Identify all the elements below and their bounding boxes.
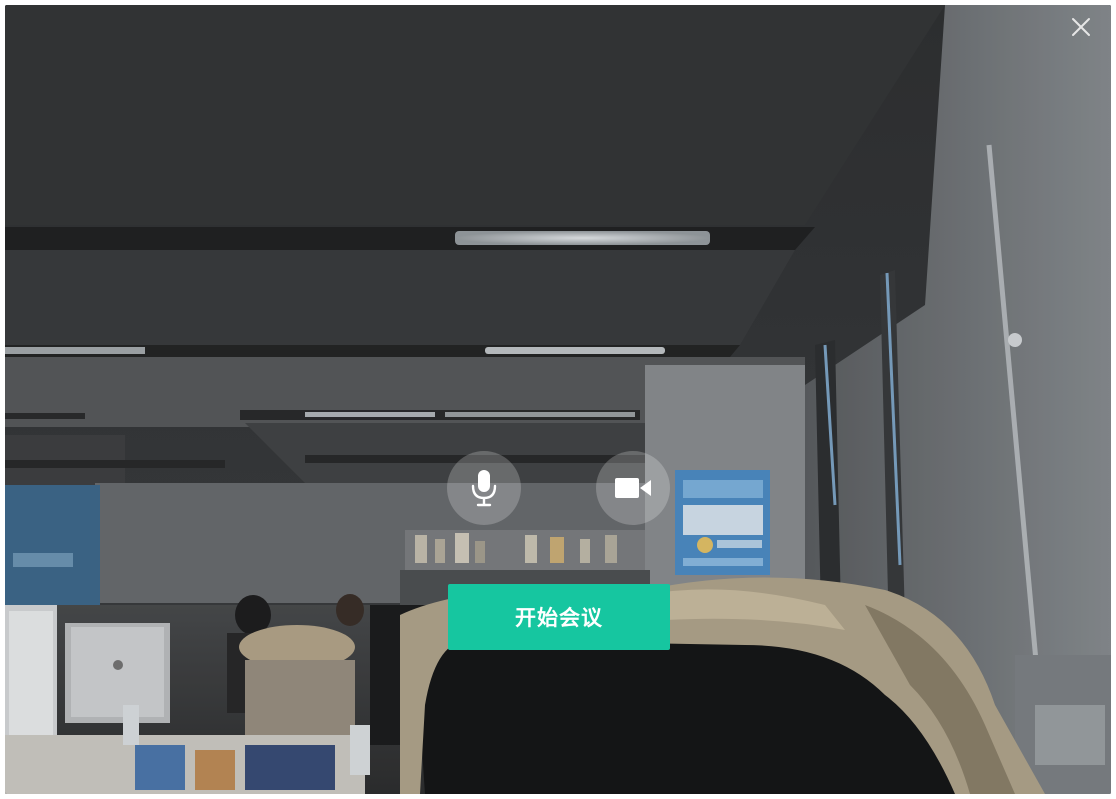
video-camera-icon [615, 478, 651, 498]
microphone-toggle-button[interactable] [447, 451, 521, 525]
camera-preview [5, 5, 1111, 794]
camera-toggle-button[interactable] [596, 451, 670, 525]
close-icon [1072, 18, 1090, 36]
close-button[interactable] [1069, 15, 1093, 39]
meeting-preview-window: 开始会议 [5, 5, 1111, 794]
microphone-icon [471, 470, 497, 507]
start-meeting-button[interactable]: 开始会议 [448, 584, 670, 650]
